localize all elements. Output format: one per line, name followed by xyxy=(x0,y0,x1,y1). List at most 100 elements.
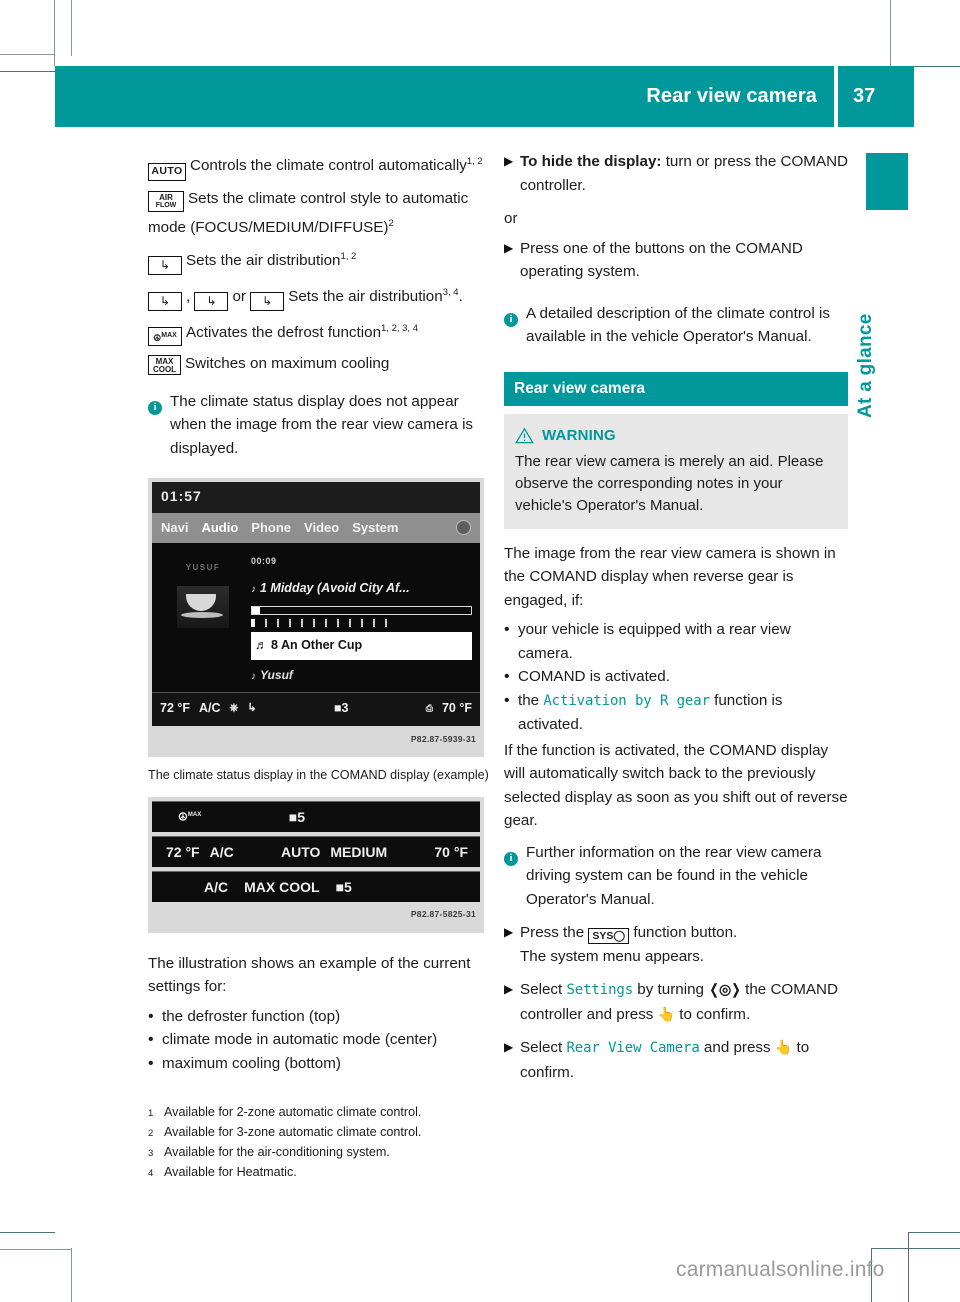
footnote-1: 1 Available for 2-zone automatic climate… xyxy=(148,1103,528,1123)
or-label: or xyxy=(504,210,518,227)
album-cover: YUSUF xyxy=(160,550,246,688)
side-tab-marker xyxy=(866,153,908,210)
max-cool-button-icon: MAX COOL xyxy=(148,354,181,375)
comand-menu-audio[interactable]: Audio xyxy=(201,516,238,540)
selected-track-entry[interactable]: ♬ 8 An Other Cup xyxy=(251,632,472,660)
air-distribution-lower-icon: ↳ xyxy=(250,292,285,312)
comand-menu-navi[interactable]: Navi xyxy=(161,516,188,540)
figure2-reference-code: P82.87-5825-31 xyxy=(152,902,480,929)
comand-status-dot-icon xyxy=(456,520,471,536)
separator-or: or xyxy=(232,288,246,306)
step-press-buttons-text: Press one of the buttons on the COMAND o… xyxy=(520,239,803,281)
climate-control-item-air-distribution: ↳ Sets the air distribution1, 2 xyxy=(148,245,492,276)
climate-airdist-text: Sets the air distribution xyxy=(186,252,341,270)
warning-body: The rear view camera is merely an aid. P… xyxy=(515,452,824,514)
comand-menu-phone[interactable]: Phone xyxy=(251,516,291,540)
auto-bar-style: MEDIUM xyxy=(330,843,388,860)
step-arrow-icon: ▶ xyxy=(504,925,514,939)
crop-mark-left-upper xyxy=(0,54,55,55)
air-distribution-middle-icon: ↳ xyxy=(194,292,229,312)
auto-bar-ac: A/C xyxy=(209,843,234,860)
maxcool-bar-mode: MAX COOL xyxy=(244,878,320,895)
track-list-icon: ♬ xyxy=(255,638,268,653)
climate-control-item-auto: AUTO Controls the climate control automat… xyxy=(148,150,492,182)
defrost-max-status-icon: ☮MAX xyxy=(178,811,202,824)
footnote-text: Available for Heatmatic. xyxy=(164,1165,297,1179)
climate-control-item-airflow: AIR FLOW Sets the climate control style to… xyxy=(148,187,492,239)
figure1-reference-code: P82.87-5939-31 xyxy=(152,725,480,754)
comand-clock: 01:57 xyxy=(152,482,480,513)
climate-airflow-text: Sets the climate control style to automa… xyxy=(148,190,469,236)
illustration-item-text: maximum cooling (bottom) xyxy=(162,1054,341,1072)
side-tab-label: At a glance xyxy=(855,313,876,418)
comand-menu-video[interactable]: Video xyxy=(304,516,339,540)
climate-status-bar: 72 °F A/C ⎈ ↳ ■3 ⎙ 70 °F xyxy=(152,692,480,726)
auto-bar-right-temp: 70 °F xyxy=(434,843,469,860)
warning-header: WARNING xyxy=(515,424,837,448)
separator-comma: , xyxy=(186,288,191,306)
artist-note-icon: ♪ xyxy=(251,670,256,682)
air-distribution-button-icon: ↳ xyxy=(148,256,182,276)
condition-text: your vehicle is equipped with a rear vie… xyxy=(518,621,791,662)
footnote-number: 2 xyxy=(148,1128,154,1139)
warning-box: WARNING The rear view camera is merely a… xyxy=(504,414,848,529)
climate-control-item-defrost: ☮MAX Activates the defrost function1, 2, … xyxy=(148,317,492,347)
info-note-further-information: i Further information on the rear view c… xyxy=(504,841,848,912)
bullet-icon: • xyxy=(148,1007,154,1025)
page-number: 37 xyxy=(853,85,876,107)
controller-press-icon: 👆 xyxy=(657,1005,676,1022)
step-select-rvc-text: Select Rear View Camera and press 👆 to c… xyxy=(520,1039,810,1081)
info-icon: i xyxy=(148,390,170,418)
crop-mark-right-lower-2 xyxy=(871,1248,960,1249)
climate-defrost-text: Activates the defrost function xyxy=(186,324,382,342)
comand-menu-bar: Navi Audio Phone Video System xyxy=(152,512,480,544)
climate-status-bars-figure: ☮MAX ■5 72 °F A/C AUTO MEDIUM 70 °F A/C … xyxy=(148,797,484,933)
climate-bar-max-cool: A/C MAX COOL ■5 xyxy=(152,871,480,903)
section-heading-rear-view-camera: Rear view camera xyxy=(504,371,848,406)
header-page-block: 37 xyxy=(838,66,914,127)
comand-screen: 01:57 Navi Audio Phone Video System YUSU… xyxy=(152,482,480,726)
left-column: AUTO Controls the climate control automat… xyxy=(148,150,492,1075)
climate-airdist-variants-footnote: 3, 4 xyxy=(442,287,459,299)
step-arrow-icon: ▶ xyxy=(504,1040,514,1054)
maxcool-bar-ac: A/C xyxy=(204,878,229,895)
air-recirculation-icon: ⎈ xyxy=(229,702,239,715)
sys-function-button-icon[interactable]: SYS◯ xyxy=(588,928,630,944)
climate-bar-defrost: ☮MAX ■5 xyxy=(152,801,480,833)
info-note-detailed-description: i A detailed description of the climate … xyxy=(504,302,848,349)
illustration-item-text: climate mode in automatic mode (center) xyxy=(162,1031,438,1049)
step-hide-display-text: To hide the display: turn or press the C… xyxy=(520,150,848,197)
bullet-icon: • xyxy=(148,1054,154,1072)
ac-indicator: A/C xyxy=(199,701,221,716)
climate-airdist-variants-text: Sets the air distribution xyxy=(288,288,443,306)
info-note-text: The climate status display does not appe… xyxy=(170,392,474,457)
step-press-sys-button: ▶ Press the SYS◯ function button. The sy… xyxy=(504,921,848,968)
comand-track-info: 00:09 ♪ 1 Midday (Avoid City Af... ♬ 8 An… xyxy=(246,550,472,688)
step-press-sys-text: Press the SYS◯ function button. The syst… xyxy=(520,924,738,965)
rvc-intro-text: The image from the rear view camera is s… xyxy=(504,544,836,609)
climate-control-item-max-cool: MAX COOL Switches on maximum cooling xyxy=(148,352,492,376)
page-header: Rear view camera 37 xyxy=(55,66,914,127)
step-press-buttons: ▶ Press one of the buttons on the COMAND… xyxy=(504,237,848,284)
footnote-number: 3 xyxy=(148,1148,154,1159)
footnote-text: Available for 2-zone automatic climate c… xyxy=(164,1105,422,1119)
comand-menu-system[interactable]: System xyxy=(352,516,398,540)
warning-title: WARNING xyxy=(542,427,616,444)
climate-maxcool-text: Switches on maximum cooling xyxy=(185,355,390,373)
condition-rear-view-camera-equipped: • your vehicle is equipped with a rear v… xyxy=(504,618,848,665)
header-title-block: Rear view camera xyxy=(55,66,834,127)
condition-comand-activated: • COMAND is activated. xyxy=(504,665,848,689)
footnote-number: 1 xyxy=(148,1108,154,1119)
crop-mark-top-right-outer xyxy=(890,0,891,66)
info-note-climate-status: i The climate status display does not ap… xyxy=(148,390,492,461)
footnote-3: 3 Available for the air-conditioning sys… xyxy=(148,1143,528,1163)
warning-triangle-icon xyxy=(515,427,534,444)
crop-mark-left-lower-2 xyxy=(0,1249,72,1250)
step-arrow-icon: ▶ xyxy=(504,154,514,168)
comand-media-main: YUSUF 00:09 ♪ 1 Midday (Avoid City Af... … xyxy=(152,543,480,693)
footnote-text: Available for the air-conditioning syste… xyxy=(164,1145,390,1159)
auto-bar-mode: AUTO xyxy=(280,843,321,860)
auto-bar-left-temp: 72 °F xyxy=(166,843,200,860)
climate-defrost-footnote: 1, 2, 3, 4 xyxy=(381,323,418,335)
step-select-rear-view-camera: ▶ Select Rear View Camera and press 👆 to… xyxy=(504,1036,848,1084)
